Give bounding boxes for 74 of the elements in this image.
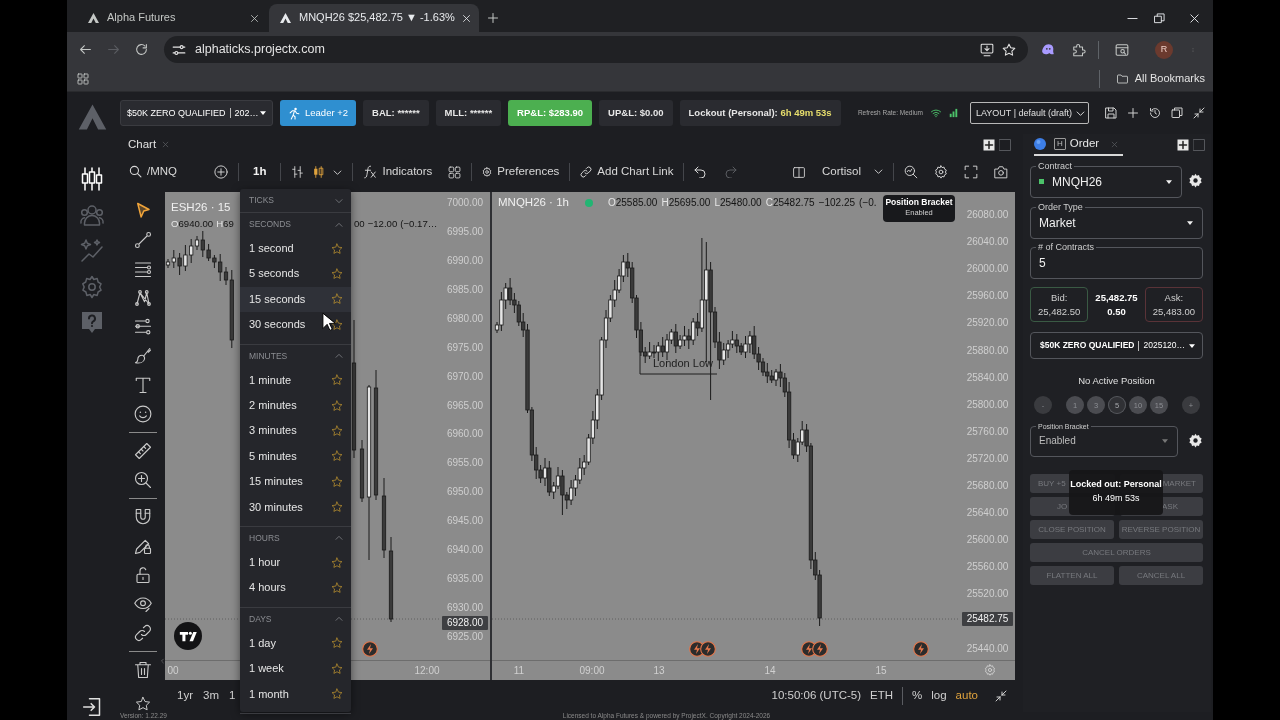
price-label: 6995.00	[445, 225, 485, 238]
price-label: 6985.00	[445, 283, 485, 296]
position-status: No Active Position	[1077, 375, 1156, 387]
field-value: Market	[1039, 215, 1076, 231]
ohlc-value: C25482.75	[765, 196, 815, 209]
price-label: 25800.00	[965, 398, 1010, 411]
price-label: 25440.00	[965, 642, 1010, 655]
clock-label: 10:50:06 (UTC-5)	[771, 689, 861, 703]
price-label: 7000.00	[445, 197, 485, 209]
price-label: 6945.00	[445, 515, 485, 528]
price-label: 6925.00	[445, 630, 485, 643]
price-label: 6940.00	[445, 544, 485, 557]
lockout-timer: 6h 49m 53s	[1091, 492, 1141, 504]
price-label: 6935.00	[445, 573, 485, 586]
stat-chip: UP&L: $0.00	[599, 100, 673, 126]
price-label: 25560.00	[965, 561, 1010, 574]
price-label: 26080.00	[965, 209, 1010, 221]
time-label: 13	[653, 665, 665, 677]
bid-price: 25,482.50	[1037, 306, 1082, 318]
field-value: MNQH26	[1052, 174, 1102, 190]
price-label: 25600.00	[965, 534, 1010, 547]
time-label: 15	[875, 665, 887, 677]
field-label: Contract	[1037, 162, 1073, 171]
ohlc-value: L25480.00	[714, 196, 762, 209]
time-label: 12:00	[414, 665, 440, 677]
price-label: 6955.00	[445, 457, 485, 470]
price-label: 6965.00	[445, 399, 485, 412]
ohlc-value: −12.00	[367, 218, 398, 230]
price-label: 6950.00	[445, 486, 485, 499]
price-label: 25960.00	[965, 290, 1010, 303]
field-value: Enabled	[1039, 435, 1076, 447]
stat-chip: BAL: ******	[363, 100, 429, 126]
stat-chip: RP&L: $283.90	[508, 100, 593, 126]
tooltip-title: Position Bracket	[884, 197, 954, 208]
price-label: 25760.00	[965, 425, 1010, 438]
price-label: 25840.00	[965, 371, 1010, 384]
price-label: 25880.00	[965, 344, 1010, 357]
field-value: 5	[1039, 255, 1046, 271]
price-label: 6980.00	[445, 312, 485, 325]
price-label: 6930.00	[445, 602, 485, 614]
price-label: 6970.00	[445, 370, 485, 383]
price-label: 25720.00	[965, 452, 1010, 465]
ohlc-value: 00	[354, 218, 365, 230]
ohlc-value: O25585.00	[607, 196, 658, 209]
time-label: 14	[764, 665, 776, 677]
field-label: # of Contracts	[1037, 243, 1096, 252]
price-label: 25640.00	[965, 507, 1010, 520]
stat-chip: MLL: ******	[435, 100, 502, 126]
stat-chip: Lockout (Personal): 6h 49m 53s	[679, 100, 841, 126]
price-label: 6960.00	[445, 428, 485, 441]
ohlc-value: H25695.00	[661, 196, 711, 209]
ohlc-value: O6940.00	[171, 218, 214, 230]
field-label: Order Type	[1037, 203, 1084, 212]
price-label: 25680.00	[965, 480, 1010, 492]
last-price: 25,482.75	[1094, 291, 1139, 303]
time-label: 09:00	[579, 665, 605, 677]
ohlc-value: (−0.17…	[400, 218, 438, 230]
ask-price: 25,483.00	[1151, 306, 1196, 318]
price-label: 25520.00	[965, 588, 1010, 601]
bid-label: Bid:	[1049, 291, 1069, 303]
time-label: 00	[167, 665, 179, 677]
ask-label: Ask:	[1163, 291, 1185, 303]
ohlc-value: (−0.	[859, 196, 877, 209]
ohlc-value: H69	[216, 218, 234, 230]
last-price-tag: 25482.75	[962, 612, 1013, 626]
price-label: 6975.00	[445, 341, 485, 354]
price-label: 26000.00	[965, 263, 1010, 276]
price-label: 25920.00	[965, 317, 1010, 330]
last-price-tag: 6928.00	[442, 616, 488, 630]
price-label: 6990.00	[445, 254, 485, 267]
spread-value: 0.50	[1106, 306, 1127, 318]
time-label: 11	[513, 665, 525, 677]
ohlc-value: −102.25	[818, 196, 856, 209]
price-label: 26040.00	[965, 236, 1010, 249]
